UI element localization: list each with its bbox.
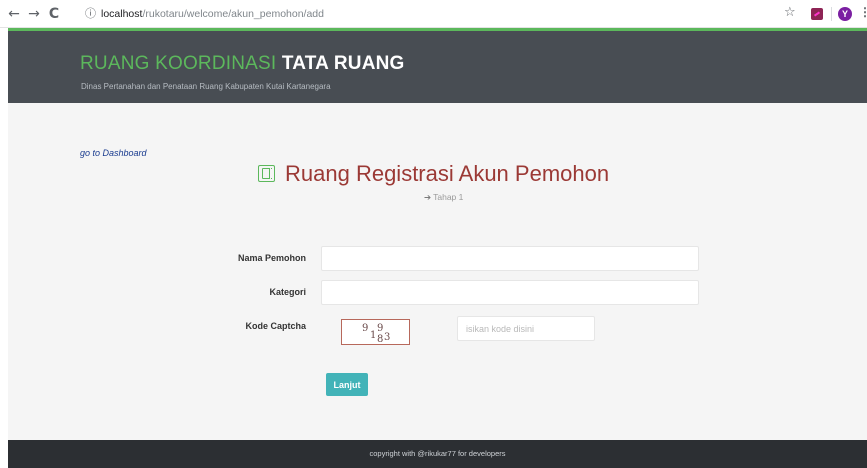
- reload-icon[interactable]: C: [46, 5, 62, 23]
- toolbar-divider: [831, 7, 832, 21]
- captcha-char: 9: [377, 323, 384, 334]
- kode-captcha-label: Kode Captcha: [245, 321, 306, 331]
- address-bar[interactable]: localhost/rukotaru/welcome/akun_pemohon/…: [101, 6, 324, 22]
- browser-menu-icon[interactable]: ⋮: [859, 5, 867, 19]
- url-host: localhost: [101, 8, 143, 20]
- site-header: RUANG KOORDINASI TATA RUANG Dinas Pertan…: [8, 28, 867, 103]
- page-body: RUANG KOORDINASI TATA RUANG Dinas Pertan…: [8, 28, 867, 468]
- site-info-icon[interactable]: ⓘ: [85, 6, 96, 22]
- step-indicator: ➔ Tahap 1: [424, 192, 463, 203]
- back-arrow-icon[interactable]: ←: [6, 5, 22, 23]
- captcha-code-input[interactable]: [457, 316, 595, 341]
- lanjut-button[interactable]: Lanjut: [326, 373, 368, 396]
- captcha-char: 3: [384, 332, 391, 343]
- captcha-char: 8: [377, 334, 384, 345]
- captcha-char: 1: [370, 330, 377, 341]
- kategori-label: Kategori: [269, 287, 306, 297]
- browser-toolbar: ← → C ⓘ localhost/rukotaru/welcome/akun_…: [0, 0, 867, 28]
- dashboard-link[interactable]: go to Dashboard: [80, 148, 147, 158]
- brand-title-bold: TATA RUANG: [281, 53, 405, 74]
- nama-pemohon-label: Nama Pemohon: [237, 253, 306, 263]
- brand-title-light: RUANG KOORDINASI: [80, 53, 282, 74]
- brand-subtitle: Dinas Pertanahan dan Penataan Ruang Kabu…: [81, 82, 331, 91]
- kategori-input[interactable]: [321, 280, 699, 305]
- arrow-right-icon: ➔: [424, 193, 432, 203]
- site-footer: copyright with @rikukar77 for developers: [8, 440, 867, 468]
- step-label: Tahap 1: [433, 192, 464, 202]
- contact-book-icon: [258, 165, 275, 182]
- forward-arrow-icon[interactable]: →: [26, 5, 42, 23]
- captcha-char: 9: [362, 323, 369, 334]
- extension-icon[interactable]: [811, 8, 823, 20]
- nama-pemohon-input[interactable]: [321, 246, 699, 271]
- brand-title[interactable]: RUANG KOORDINASI TATA RUANG: [80, 52, 405, 76]
- profile-avatar[interactable]: Y: [838, 7, 852, 21]
- copyright-text: copyright with @rikukar77 for developers: [369, 449, 506, 458]
- page-title: Ruang Registrasi Akun Pemohon: [285, 161, 610, 186]
- captcha-image: 9 1 9 3 8: [341, 319, 410, 345]
- bookmark-star-icon[interactable]: ☆: [784, 5, 796, 20]
- url-path: /rukotaru/welcome/akun_pemohon/add: [142, 8, 324, 20]
